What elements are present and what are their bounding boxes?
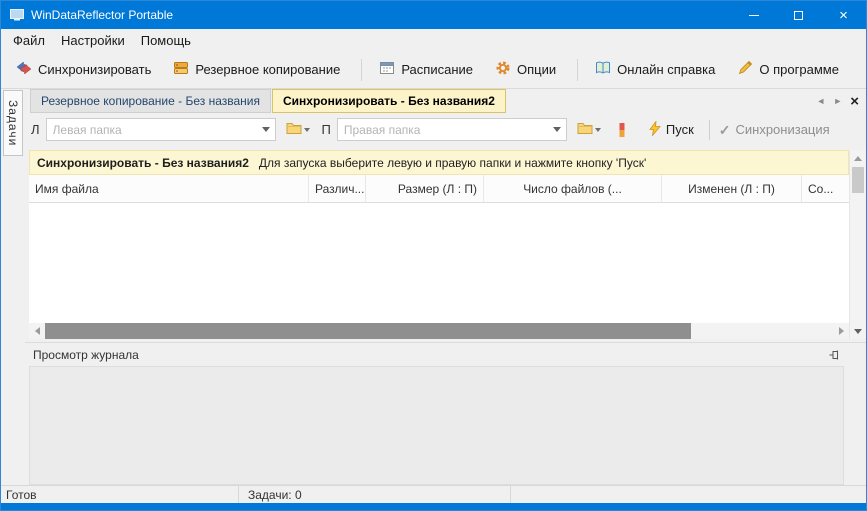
browse-left-folder-button[interactable] xyxy=(282,119,314,140)
gear-icon xyxy=(495,60,511,79)
content-area: Задачи Резервное копирование - Без назва… xyxy=(1,89,866,485)
backup-button-label: Резервное копирование xyxy=(195,62,341,77)
sync-mode-label: Синхронизация xyxy=(735,122,830,137)
folder-icon xyxy=(286,121,302,138)
titlebar: WinDataReflector Portable × xyxy=(1,1,866,29)
sync-mode-selector[interactable]: ✓ Синхронизация xyxy=(719,122,830,137)
scroll-left-icon[interactable] xyxy=(29,323,45,339)
menu-help[interactable]: Помощь xyxy=(133,31,199,50)
about-button-label: О программе xyxy=(759,62,839,77)
menu-bar: Файл Настройки Помощь xyxy=(1,29,866,51)
column-header-filename[interactable]: Имя файла xyxy=(29,175,309,202)
options-button[interactable]: Опции xyxy=(486,55,565,84)
column-header-filecount[interactable]: Число файлов (... xyxy=(484,175,662,202)
window-controls: × xyxy=(731,1,866,29)
scroll-up-icon[interactable] xyxy=(850,150,866,166)
folder-selection-bar: Л П xyxy=(25,113,866,146)
chevron-down-icon xyxy=(594,127,601,132)
window-title: WinDataReflector Portable xyxy=(31,8,174,22)
right-folder-label: П xyxy=(321,122,331,137)
folder-bar-separator xyxy=(708,119,710,140)
menu-settings[interactable]: Настройки xyxy=(53,31,133,50)
main-panel: Резервное копирование - Без названия Син… xyxy=(25,89,866,485)
tab-close-icon[interactable]: × xyxy=(846,94,866,109)
backup-icon xyxy=(173,60,189,79)
minimize-button[interactable] xyxy=(731,1,776,29)
status-tasks-count: Задачи: 0 xyxy=(239,486,511,503)
tab-sync-task[interactable]: Синхронизировать - Без названия2 xyxy=(272,89,506,113)
bookmark-icon[interactable] xyxy=(615,121,629,139)
menu-file[interactable]: Файл xyxy=(5,31,53,50)
schedule-calendar-icon xyxy=(379,60,395,79)
app-window: WinDataReflector Portable × Файл Настрой… xyxy=(0,0,867,511)
about-button[interactable]: О программе xyxy=(728,55,848,84)
column-header-difference[interactable]: Различ... xyxy=(309,175,366,202)
tab-bar-spacer xyxy=(507,89,812,113)
schedule-button-label: Расписание xyxy=(401,62,473,77)
tab-bar: Резервное копирование - Без названия Син… xyxy=(25,89,866,113)
check-icon: ✓ xyxy=(718,121,731,138)
status-bar: Готов Задачи: 0 xyxy=(1,485,866,503)
left-folder-label: Л xyxy=(31,122,40,137)
lightning-icon xyxy=(649,119,661,139)
scroll-right-icon[interactable] xyxy=(833,323,849,339)
journal-log-area xyxy=(29,366,844,485)
chevron-down-icon[interactable] xyxy=(257,119,275,140)
left-folder-combobox[interactable] xyxy=(45,118,276,141)
close-button[interactable]: × xyxy=(821,1,866,29)
left-dock-strip: Задачи xyxy=(1,89,25,485)
journal-panel-header: Просмотр журнала xyxy=(25,342,866,366)
about-pencil-icon xyxy=(737,60,753,79)
scroll-down-icon[interactable] xyxy=(850,323,866,339)
column-header-state[interactable]: Со... xyxy=(802,175,849,202)
pin-icon[interactable] xyxy=(826,346,844,364)
synchronize-button[interactable]: Синхронизировать xyxy=(7,55,160,84)
online-help-button[interactable]: Онлайн справка xyxy=(586,55,724,84)
backup-button[interactable]: Резервное копирование xyxy=(164,55,349,84)
column-header-modified[interactable]: Изменен (Л : П) xyxy=(662,175,802,202)
horizontal-scrollbar-thumb[interactable] xyxy=(45,323,692,339)
sync-arrows-icon xyxy=(16,60,32,79)
toolbar: Синхронизировать Резервное копирование Р… xyxy=(1,51,866,89)
vertical-scrollbar-thumb[interactable] xyxy=(852,167,864,193)
file-list xyxy=(29,203,849,323)
tab-scroll-left-icon[interactable]: ◄ xyxy=(812,96,829,106)
journal-title: Просмотр журнала xyxy=(33,347,139,362)
options-button-label: Опции xyxy=(516,62,557,77)
right-folder-combobox[interactable] xyxy=(336,118,567,141)
maximize-icon xyxy=(794,10,803,20)
toolbar-separator xyxy=(361,58,363,81)
start-button[interactable]: Пуск xyxy=(643,118,700,142)
horizontal-scrollbar[interactable] xyxy=(29,323,849,339)
minimize-icon xyxy=(748,14,759,16)
tab-scroll-right-icon[interactable]: ► xyxy=(829,96,846,106)
maximize-button[interactable] xyxy=(776,1,821,29)
file-table-header: Имя файла Различ... Размер (Л : П) Число… xyxy=(29,175,849,203)
info-bar: Синхронизировать - Без названия2 Для зап… xyxy=(29,150,849,175)
right-folder-input[interactable] xyxy=(337,122,548,137)
help-book-icon xyxy=(595,60,611,79)
info-task-name: Синхронизировать - Без названия2 xyxy=(37,155,249,170)
folder-icon xyxy=(577,121,593,138)
synchronize-button-label: Синхронизировать xyxy=(38,62,152,77)
chevron-down-icon[interactable] xyxy=(548,119,566,140)
sidebar-tab-tasks[interactable]: Задачи xyxy=(3,90,23,157)
app-icon xyxy=(9,7,25,23)
chevron-down-icon xyxy=(303,127,310,132)
horizontal-scrollbar-track[interactable] xyxy=(45,323,833,339)
status-ready: Готов xyxy=(1,486,239,503)
browse-right-folder-button[interactable] xyxy=(573,119,605,140)
tab-backup-task[interactable]: Резервное копирование - Без названия xyxy=(30,89,272,113)
online-help-button-label: Онлайн справка xyxy=(617,62,716,77)
toolbar-separator xyxy=(577,58,579,81)
start-button-label: Пуск xyxy=(665,122,694,137)
info-message: Для запуска выберите левую и правую папк… xyxy=(258,155,647,170)
window-bottom-edge xyxy=(1,503,866,510)
vertical-scrollbar[interactable] xyxy=(849,150,866,339)
left-folder-input[interactable] xyxy=(46,122,257,137)
schedule-button[interactable]: Расписание xyxy=(370,55,482,84)
column-header-size[interactable]: Размер (Л : П) xyxy=(366,175,484,202)
